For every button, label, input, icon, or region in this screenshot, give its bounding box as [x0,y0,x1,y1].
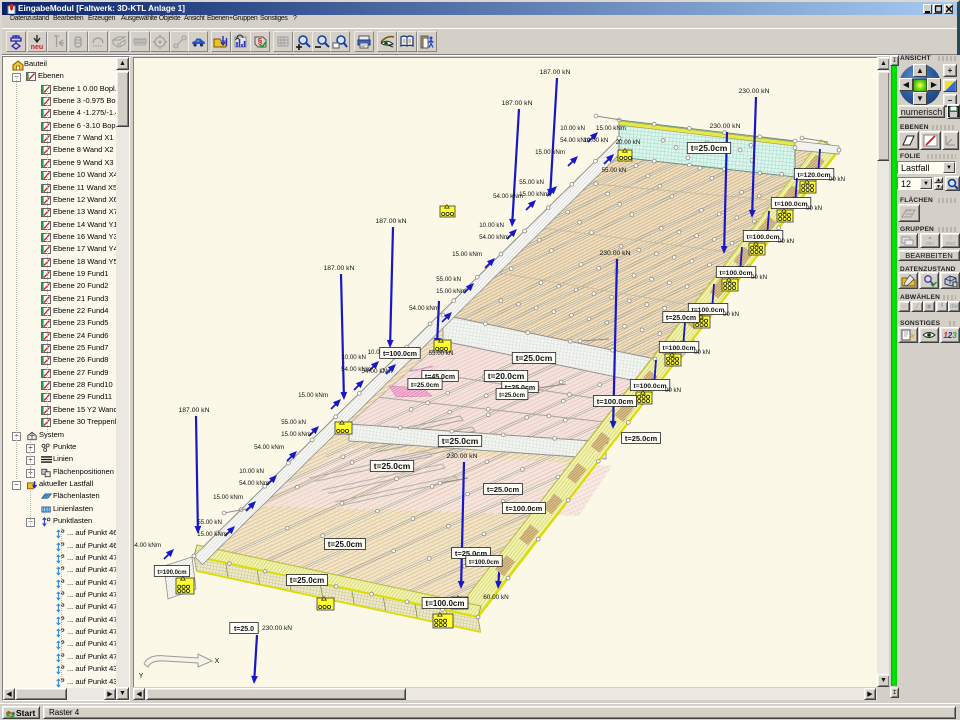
svg-text:t=25.0cm: t=25.0cm [499,393,525,399]
svg-text:15.00 kNm: 15.00 kNm [298,392,328,399]
svg-text:Y: Y [139,673,144,680]
svg-text:§: § [258,37,263,46]
svg-text:t=100.0cm: t=100.0cm [662,345,695,352]
svg-text:230.00 kN: 230.00 kN [262,625,292,632]
svg-text:20.00 kN: 20.00 kN [616,139,641,146]
svg-text:t=25.0cm: t=25.0cm [328,540,362,549]
svg-text:t=100.0cm: t=100.0cm [469,559,500,566]
svg-text:54.00 kNm: 54.00 kNm [239,480,269,487]
svg-text:t=100.0cm: t=100.0cm [774,201,807,208]
svg-text:00 kN: 00 kN [829,176,845,183]
svg-text:15.00 kNm: 15.00 kNm [535,149,565,156]
svg-text:10.00 kN: 10.00 kN [341,354,366,361]
svg-text:t=100.0cm: t=100.0cm [383,351,417,358]
svg-text:t=100.0cm: t=100.0cm [633,383,666,390]
svg-text:00 kN: 00 kN [694,349,710,356]
svg-text:00 kN: 00 kN [751,274,767,281]
svg-text:t=100.0cm: t=100.0cm [719,270,752,277]
svg-text:54.00 kNm: 54.00 kNm [254,444,284,451]
svg-text:187.00 kN: 187.00 kN [502,100,533,107]
svg-text:t=100.0cm: t=100.0cm [597,397,634,406]
svg-text:00 kN: 00 kN [806,205,822,212]
svg-text:15.00 kNm: 15.00 kNm [197,531,227,538]
svg-text:60.00 kN: 60.00 kN [483,594,509,601]
svg-text:t=120.0cm: t=120.0cm [797,172,830,179]
svg-text:t=25.0cm: t=25.0cm [625,434,658,443]
svg-text:t=100.0cm: t=100.0cm [746,234,779,241]
svg-text:15.00 kNm: 15.00 kNm [519,191,549,198]
svg-text:230.00 kN: 230.00 kN [600,250,631,257]
svg-text:t=25.0cm: t=25.0cm [374,461,411,471]
svg-text:t=20.0cm: t=20.0cm [488,371,525,381]
svg-text:54.00 kNm: 54.00 kNm [134,542,161,549]
svg-text:10.00 kN: 10.00 kN [239,468,264,475]
svg-text:54.00 kNm: 54.00 kNm [409,305,439,312]
svg-text:187.00 kN: 187.00 kN [376,218,407,225]
svg-text:15.00 kNm: 15.00 kNm [596,125,626,132]
svg-text:55.00 kN: 55.00 kN [281,419,306,426]
svg-text:t=25.0cm: t=25.0cm [487,485,520,494]
svg-text:230.00 kN: 230.00 kN [447,453,478,460]
svg-text:15.00 kNm: 15.00 kNm [452,251,482,258]
svg-text:t=25.0cm: t=25.0cm [666,315,696,322]
svg-text:187.00 kN: 187.00 kN [179,407,210,414]
svg-text:t=25.0: t=25.0 [234,626,254,633]
svg-text:187.00 kN: 187.00 kN [540,69,571,76]
svg-text:55.00 kN: 55.00 kN [602,167,627,174]
svg-text:15.00 kNm: 15.00 kNm [436,288,466,295]
svg-text:t=25.0cm: t=25.0cm [442,436,479,446]
svg-text:X: X [215,658,220,665]
svg-text:230.00 kN: 230.00 kN [739,88,770,95]
svg-text:55.00 kN: 55.00 kN [429,350,454,357]
svg-text:00 kN: 00 kN [778,238,794,245]
svg-text:t=25.0cm: t=25.0cm [290,576,324,585]
svg-text:55.00 kN: 55.00 kN [436,276,461,283]
svg-text:15.00 kNm: 15.00 kNm [213,494,243,501]
svg-text:00 kN: 00 kN [665,387,681,394]
svg-text:neu: neu [31,44,43,50]
svg-text:t=100.0cm: t=100.0cm [157,570,186,576]
svg-text:54.00 kNm: 54.00 kNm [493,193,523,200]
svg-text:54.00 kNm: 54.00 kNm [479,234,509,241]
svg-text:10.00 kN: 10.00 kN [479,222,504,229]
svg-text:t=25.0cm: t=25.0cm [516,353,553,363]
svg-text:t=25.0cm: t=25.0cm [411,382,439,389]
svg-text:10.00 kN: 10.00 kN [560,125,585,132]
svg-text:t=100.0cm: t=100.0cm [506,504,543,513]
svg-text:t=25.0cm: t=25.0cm [691,143,728,153]
svg-text:55.00 kN: 55.00 kN [519,179,544,186]
svg-text:00 kN: 00 kN [723,311,739,318]
svg-text:10.00 kN: 10.00 kN [584,137,609,144]
svg-text:230.00 kN: 230.00 kN [710,123,741,130]
svg-text:15.00 kNm: 15.00 kNm [281,431,311,438]
svg-text:t=100.0cm: t=100.0cm [426,599,465,608]
svg-text:187.00 kN: 187.00 kN [324,265,355,272]
svg-text:55.00 kN: 55.00 kN [197,519,222,526]
